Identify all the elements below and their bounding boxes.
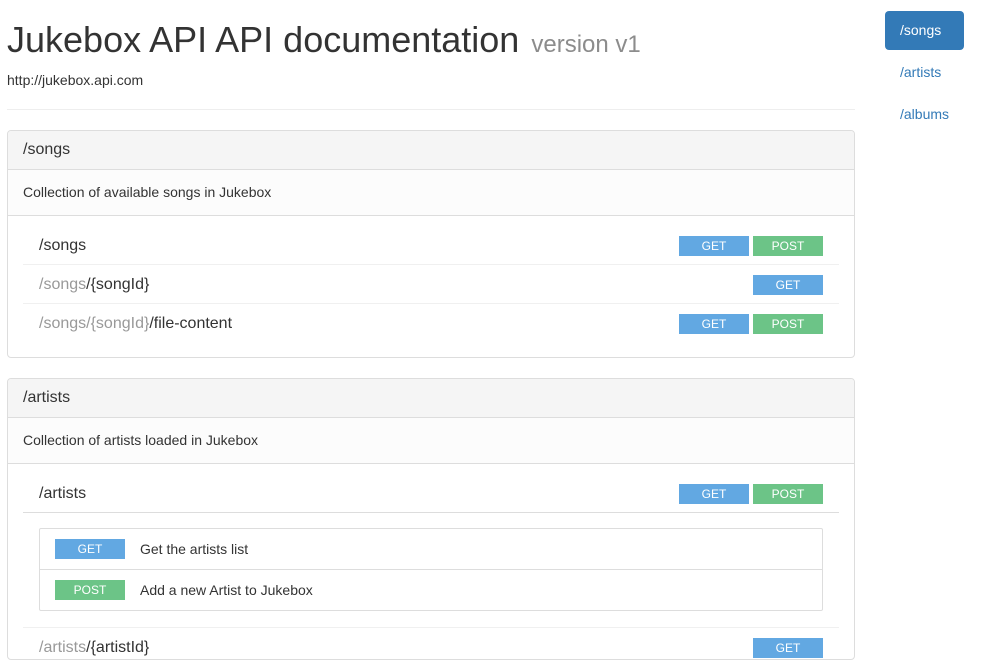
resource-path: /songs/{songId} [39, 276, 150, 293]
post-method-button[interactable]: POST [55, 580, 125, 600]
post-method-button[interactable]: POST [753, 236, 823, 256]
resource-path: /artists [39, 485, 87, 502]
title-divider [7, 109, 855, 110]
base-url: http://jukebox.api.com [7, 72, 144, 88]
resource-list: /songs GET POST /songs/{songId} GET /son… [8, 216, 854, 343]
get-method-button[interactable]: GET [679, 484, 749, 504]
method-badges: GET POST [679, 314, 823, 334]
method-details-table: GET Get the artists list POST Add a new … [39, 528, 823, 611]
get-method-button[interactable]: GET [753, 275, 823, 295]
sidebar-nav: /songs /artists /albums [885, 11, 964, 137]
songs-panel: /songs Collection of available songs in … [7, 130, 855, 358]
resource-row[interactable]: /songs GET POST [23, 226, 839, 265]
get-method-button[interactable]: GET [679, 314, 749, 334]
resource-row[interactable]: /artists GET POST [23, 474, 839, 513]
method-badges: GET POST [679, 236, 823, 256]
resource-row[interactable]: /songs/{songId} GET [23, 265, 839, 304]
post-method-button[interactable]: POST [753, 314, 823, 334]
get-method-button[interactable]: GET [679, 236, 749, 256]
method-badges: GET [753, 638, 823, 658]
resource-path: /songs/{songId}/file-content [39, 315, 233, 332]
panel-heading: /songs [8, 131, 854, 170]
method-badges: GET [753, 275, 823, 295]
method-description: Get the artists list [140, 541, 249, 557]
api-title: Jukebox API API documentation [7, 19, 520, 60]
post-method-button[interactable]: POST [753, 484, 823, 504]
method-badges: GET POST [679, 484, 823, 504]
resource-list: /artists GET POST GET Get the artists li… [8, 464, 854, 659]
get-method-button[interactable]: GET [55, 539, 125, 559]
get-method-button[interactable]: GET [753, 638, 823, 658]
panel-heading: /artists [8, 379, 854, 418]
resource-row[interactable]: /artists/{artistId} GET [23, 627, 839, 659]
page-title: Jukebox API API documentation version v1 [7, 18, 641, 67]
sidebar-item-songs[interactable]: /songs [885, 11, 964, 50]
resource-row[interactable]: /songs/{songId}/file-content GET POST [23, 304, 839, 343]
artists-panel: /artists Collection of artists loaded in… [7, 378, 855, 660]
method-detail-row[interactable]: GET Get the artists list [40, 529, 822, 570]
panel-description: Collection of available songs in Jukebox [8, 170, 854, 216]
panel-description: Collection of artists loaded in Jukebox [8, 418, 854, 464]
version-label: version v1 [531, 31, 641, 58]
sidebar-item-artists[interactable]: /artists [885, 53, 964, 92]
method-description: Add a new Artist to Jukebox [140, 582, 313, 598]
sidebar-item-albums[interactable]: /albums [885, 95, 964, 134]
method-detail-row[interactable]: POST Add a new Artist to Jukebox [40, 570, 822, 610]
resource-path: /songs [39, 237, 87, 254]
